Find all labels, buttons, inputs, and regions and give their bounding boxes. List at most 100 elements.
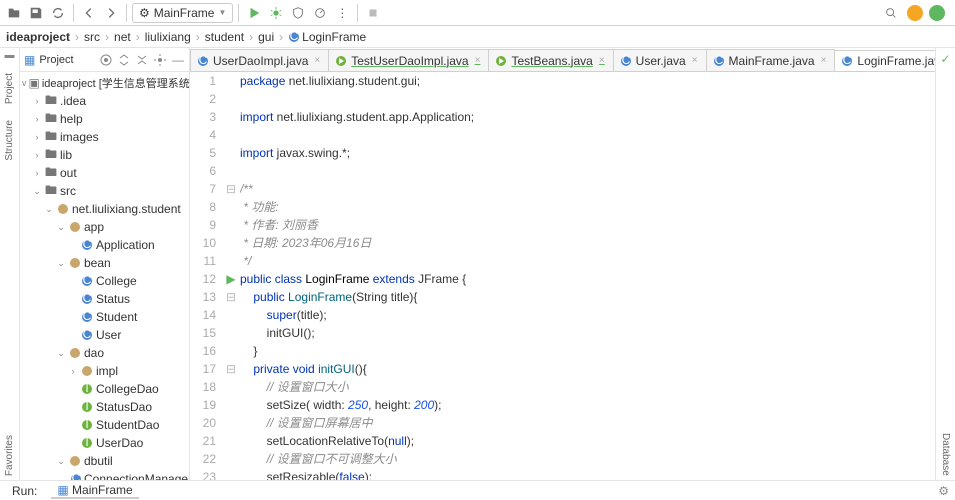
fold-icon[interactable]: ⊟ <box>226 362 236 376</box>
editor-tab[interactable]: CLoginFrame.java× <box>834 50 935 72</box>
open-icon[interactable] <box>4 3 24 23</box>
code-line[interactable]: * 作者: 刘丽香 <box>240 216 935 234</box>
close-tab-icon[interactable]: × <box>599 55 605 66</box>
more-icon[interactable]: ⋮ <box>332 3 352 23</box>
code-line[interactable]: setResizable(false); <box>240 468 935 480</box>
run-tool-label[interactable]: Run: <box>6 484 43 498</box>
code-line[interactable]: private void initGUI(){ <box>240 360 935 378</box>
left-tab-project[interactable]: Project <box>4 69 15 108</box>
code-line[interactable]: setSize( width: 250, height: 200); <box>240 396 935 414</box>
code-line[interactable]: // 设置窗口不可调整大小 <box>240 450 935 468</box>
run-config-combo[interactable]: ⚙ MainFrame ▼ <box>132 3 233 23</box>
tree-node[interactable]: ›🖿images <box>20 128 189 146</box>
collapse-all-icon[interactable] <box>135 53 149 67</box>
bc-leaf[interactable]: LoginFrame <box>302 30 366 44</box>
tree-node[interactable]: ⌄app <box>20 218 189 236</box>
bc-item[interactable]: net <box>114 30 131 44</box>
stop-icon[interactable] <box>363 3 383 23</box>
select-opened-icon[interactable] <box>99 53 113 67</box>
hide-icon[interactable]: — <box>171 53 185 67</box>
coverage-icon[interactable] <box>288 3 308 23</box>
inspection-ok-icon[interactable]: ✓ <box>940 52 950 66</box>
editor-tab[interactable]: TestBeans.java× <box>488 49 613 71</box>
fold-icon[interactable]: ⊟ <box>226 290 236 304</box>
collapse-icon[interactable]: ▬ <box>5 50 15 61</box>
tree-node[interactable]: ⌄dao <box>20 344 189 362</box>
tree-node[interactable]: ›🖿lib <box>20 146 189 164</box>
right-tab-database[interactable]: Database <box>940 429 951 480</box>
code-line[interactable] <box>240 90 935 108</box>
code-line[interactable]: * 功能: <box>240 198 935 216</box>
code-line[interactable]: public LoginFrame(String title){ <box>240 288 935 306</box>
left-tab-structure[interactable]: Structure <box>4 116 15 165</box>
run-icon[interactable] <box>244 3 264 23</box>
tree-node[interactable]: CCollege <box>20 272 189 290</box>
gear-icon[interactable]: ⚙ <box>938 484 949 498</box>
code-line[interactable]: } <box>240 342 935 360</box>
tree-node[interactable]: CStatus <box>20 290 189 308</box>
code-line[interactable]: initGUI(); <box>240 324 935 342</box>
code-line[interactable]: */ <box>240 252 935 270</box>
tree-node[interactable]: ⌄bean <box>20 254 189 272</box>
tree-root[interactable]: v ▣ ideaproject [学生信息管理系统（MySQL版）] <box>20 74 189 92</box>
close-tab-icon[interactable]: × <box>692 55 698 66</box>
tree-node[interactable]: CStudent <box>20 308 189 326</box>
code-line[interactable] <box>240 162 935 180</box>
close-tab-icon[interactable]: × <box>821 55 827 66</box>
forward-icon[interactable] <box>101 3 121 23</box>
code-editor[interactable]: 1234567891011121314151617181920212223242… <box>190 72 935 480</box>
bc-item[interactable]: gui <box>258 30 274 44</box>
tree-node[interactable]: ›🖿.idea <box>20 92 189 110</box>
sync-icon[interactable] <box>48 3 68 23</box>
tree-node[interactable]: ›🖿out <box>20 164 189 182</box>
left-tab-favorites[interactable]: Favorites <box>4 431 15 480</box>
package-icon <box>68 346 82 360</box>
code-line[interactable]: super(title); <box>240 306 935 324</box>
tree-node[interactable]: ⌄🖿src <box>20 182 189 200</box>
editor-tab[interactable]: CUser.java× <box>613 49 707 71</box>
tree-node[interactable]: ›🖿help <box>20 110 189 128</box>
search-everywhere-icon[interactable] <box>881 3 901 23</box>
tree-node[interactable]: ›impl <box>20 362 189 380</box>
code-line[interactable]: public class LoginFrame extends JFrame { <box>240 270 935 288</box>
debug-icon[interactable] <box>266 3 286 23</box>
bc-item[interactable]: src <box>84 30 100 44</box>
project-tree[interactable]: v ▣ ideaproject [学生信息管理系统（MySQL版）] ›🖿.id… <box>20 72 189 480</box>
editor-tab[interactable]: CUserDaoImpl.java× <box>190 49 329 71</box>
editor-tab[interactable]: CMainFrame.java× <box>706 49 836 71</box>
tree-node[interactable]: IUserDao <box>20 434 189 452</box>
run-gutter-icon[interactable]: ▶ <box>226 272 235 286</box>
avatar-2[interactable] <box>929 5 945 21</box>
tree-node[interactable]: ICollegeDao <box>20 380 189 398</box>
code-line[interactable]: import net.liulixiang.student.app.Applic… <box>240 108 935 126</box>
code-line[interactable]: setLocationRelativeTo(null); <box>240 432 935 450</box>
tree-node[interactable]: CUser <box>20 326 189 344</box>
bc-item[interactable]: liulixiang <box>145 30 191 44</box>
code-line[interactable] <box>240 126 935 144</box>
tree-node[interactable]: IStatusDao <box>20 398 189 416</box>
editor-tab[interactable]: TestUserDaoImpl.java× <box>328 49 489 71</box>
tree-node[interactable]: CConnectionManager <box>20 470 189 480</box>
close-tab-icon[interactable]: × <box>314 55 320 66</box>
code-line[interactable]: // 设置窗口大小 <box>240 378 935 396</box>
code-line[interactable]: package net.liulixiang.student.gui; <box>240 72 935 90</box>
save-icon[interactable] <box>26 3 46 23</box>
tree-node[interactable]: IStudentDao <box>20 416 189 434</box>
run-tool-target[interactable]: ▦ MainFrame <box>51 483 138 499</box>
code-line[interactable]: import javax.swing.*; <box>240 144 935 162</box>
expand-all-icon[interactable] <box>117 53 131 67</box>
bc-item[interactable]: student <box>205 30 244 44</box>
settings-icon[interactable] <box>153 53 167 67</box>
tree-node[interactable]: ⌄net.liulixiang.student <box>20 200 189 218</box>
close-tab-icon[interactable]: × <box>475 55 481 66</box>
avatar-1[interactable] <box>907 5 923 21</box>
code-line[interactable]: * 日期: 2023年06月16日 <box>240 234 935 252</box>
code-line[interactable]: /** <box>240 180 935 198</box>
tree-node[interactable]: CApplication <box>20 236 189 254</box>
code-line[interactable]: // 设置窗口屏幕居中 <box>240 414 935 432</box>
fold-icon[interactable]: ⊟ <box>226 182 236 196</box>
back-icon[interactable] <box>79 3 99 23</box>
bc-root[interactable]: ideaproject <box>6 30 70 44</box>
profile-icon[interactable] <box>310 3 330 23</box>
tree-node[interactable]: ⌄dbutil <box>20 452 189 470</box>
